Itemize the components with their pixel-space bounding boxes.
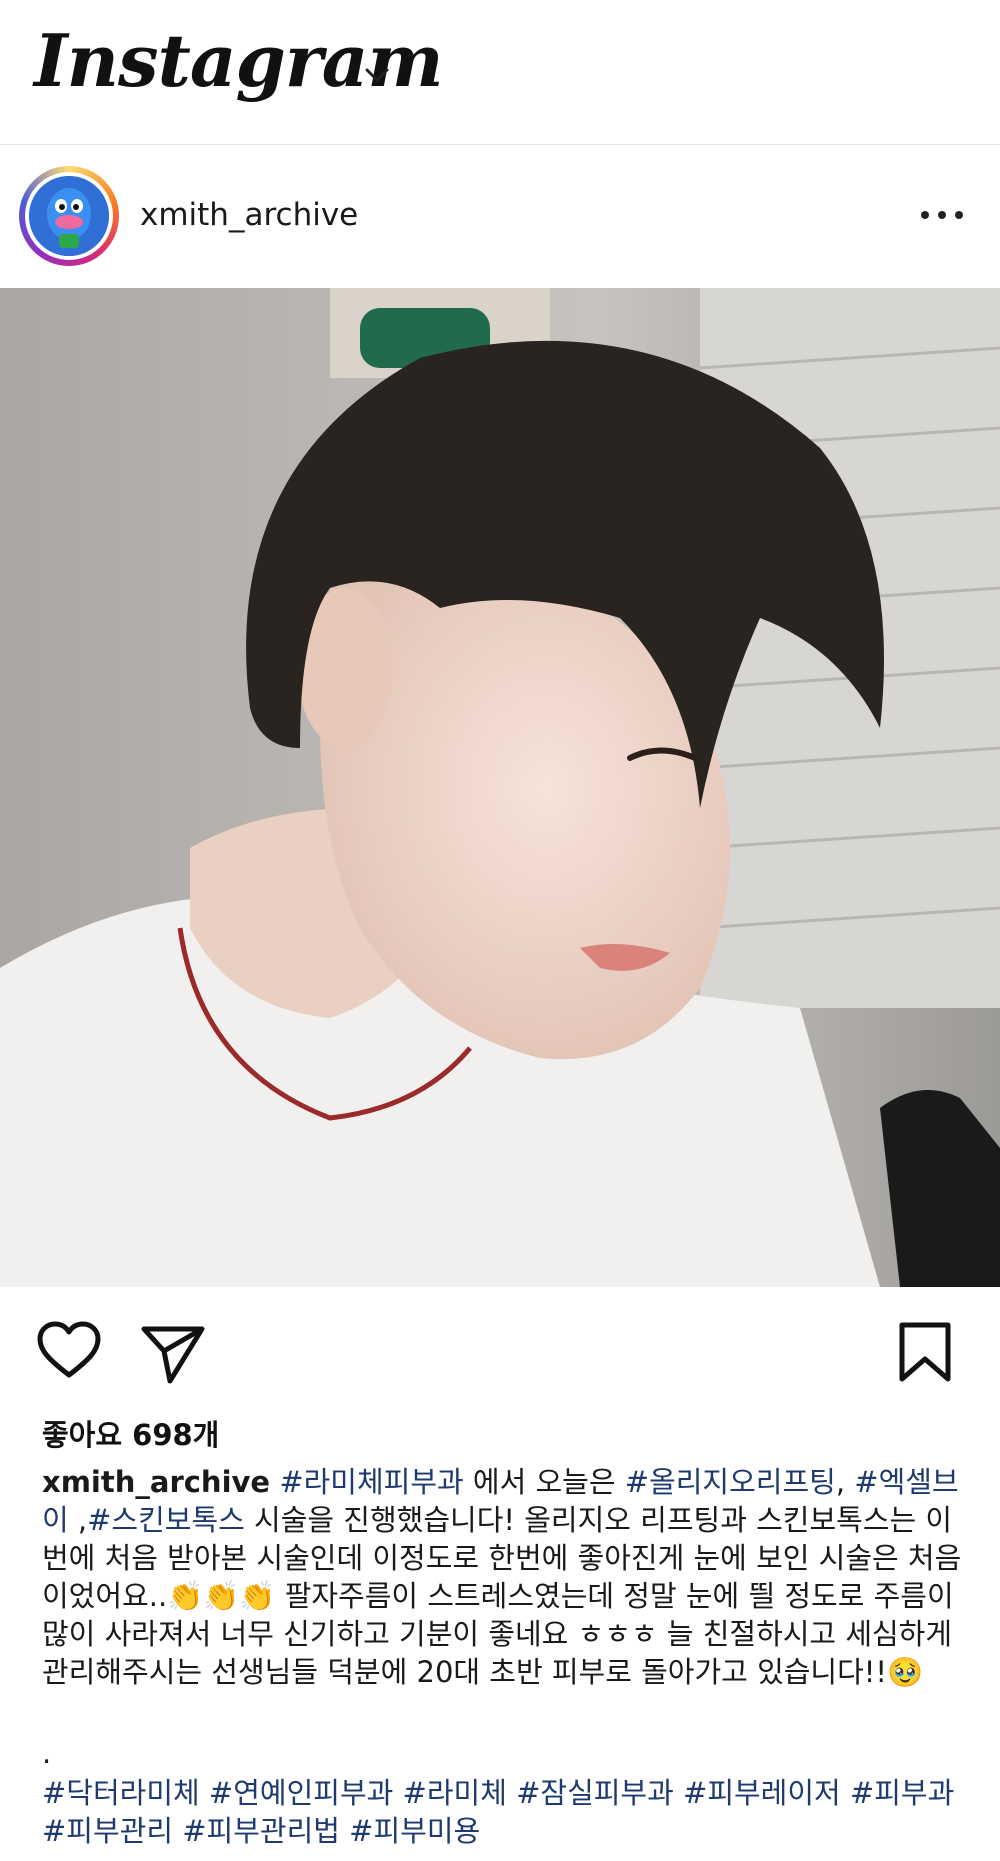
hashtag-link[interactable]: #피부레이저 [683,1776,841,1810]
hashtag-link[interactable]: #닥터라미체 [42,1776,200,1810]
hashtag-link[interactable]: #연예인피부과 [209,1776,393,1810]
caption-text: , [68,1503,88,1537]
hashtag-link[interactable]: #잠실피부과 [516,1776,674,1810]
caption-separator: . [42,1736,52,1770]
post-photo[interactable] [0,288,1000,1287]
hashtag-link[interactable]: #라미체피부과 [279,1465,463,1499]
post-actions [0,1287,1000,1427]
hashtag-link[interactable]: #스킨보톡스 [87,1503,245,1537]
hashtag-link[interactable]: #올리지오리프팅 [625,1465,836,1499]
post-caption: xmith_archive #라미체피부과 에서 오늘은 #올리지오리프팅, #… [42,1463,972,1691]
heart-icon[interactable] [34,1317,104,1387]
hashtag-link[interactable]: #피부과 [850,1776,954,1810]
hashtag-link[interactable]: #라미체 [403,1776,507,1810]
caption-text: , [835,1465,855,1499]
send-icon[interactable] [138,1317,208,1387]
caption-text: 에서 오늘은 [463,1465,625,1499]
post-header: xmith_archive [0,145,1000,288]
bookmark-icon[interactable] [890,1317,960,1387]
hashtag-link[interactable]: #피부관리 [42,1814,173,1848]
caption-hashtags: #닥터라미체 #연예인피부과 #라미체 #잠실피부과 #피부레이저 #피부과 #… [42,1774,972,1850]
chevron-down-icon[interactable] [362,60,392,90]
more-options-icon[interactable] [915,195,969,235]
like-count[interactable]: 좋아요 698개 [42,1412,219,1454]
photo-illustration [0,288,1000,1287]
story-ring[interactable] [19,166,119,266]
hashtag-link[interactable]: #피부관리법 [182,1814,340,1848]
caption-username[interactable]: xmith_archive [42,1465,270,1499]
avatar[interactable] [29,176,109,256]
post-username[interactable]: xmith_archive [140,197,358,233]
top-bar: Instagram [0,0,1000,145]
hashtag-link[interactable]: #피부미용 [349,1814,480,1848]
